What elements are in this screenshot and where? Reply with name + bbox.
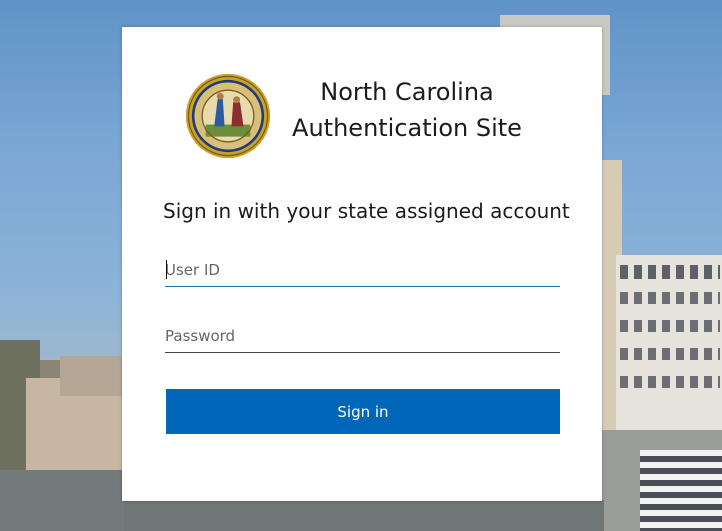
user-id-input[interactable]	[165, 253, 560, 287]
site-title: North Carolina Authentication Site	[272, 74, 542, 146]
site-title-line2: Authentication Site	[292, 114, 522, 142]
password-input[interactable]	[165, 319, 560, 353]
login-card: North Carolina Authentication Site Sign …	[122, 27, 602, 501]
nc-state-seal-icon	[185, 73, 271, 159]
sign-in-subtitle: Sign in with your state assigned account	[163, 199, 570, 223]
site-title-line1: North Carolina	[320, 78, 494, 106]
sign-in-button[interactable]: Sign in	[166, 389, 560, 434]
text-cursor	[166, 260, 167, 279]
